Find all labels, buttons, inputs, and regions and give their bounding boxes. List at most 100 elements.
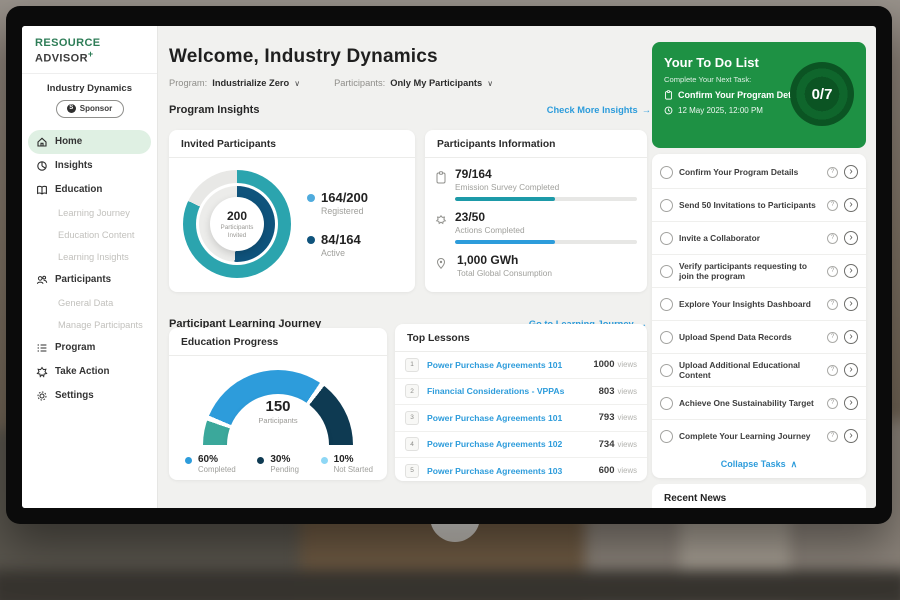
chevron-right-icon[interactable]: › bbox=[844, 363, 858, 377]
lesson-rank: 5 bbox=[405, 464, 419, 478]
help-icon[interactable]: ? bbox=[827, 365, 838, 376]
photo-backdrop: RESOURCE ADVISOR+ Industry Dynamics S Sp… bbox=[0, 0, 900, 600]
help-icon[interactable]: ? bbox=[827, 332, 838, 343]
sponsor-icon: S bbox=[67, 104, 76, 113]
task-checkbox[interactable] bbox=[660, 331, 673, 344]
sidebar-item-label: General Data bbox=[58, 298, 113, 308]
lesson-link[interactable]: Power Purchase Agreements 103 bbox=[427, 466, 591, 476]
task-checkbox[interactable] bbox=[660, 166, 673, 179]
todo-panel: Your To Do List Complete Your Next Task:… bbox=[652, 26, 866, 508]
sidebar-item-insights[interactable]: Insights bbox=[28, 154, 151, 178]
sidebar-item-program[interactable]: Program bbox=[28, 336, 151, 360]
participants-value: Only My Participants bbox=[390, 78, 482, 88]
help-icon[interactable]: ? bbox=[827, 200, 838, 211]
sidebar-item-label: Learning Insights bbox=[58, 252, 129, 262]
sidebar-item-education[interactable]: Education bbox=[28, 178, 151, 202]
task-row[interactable]: Confirm Your Program Details ? › bbox=[652, 156, 866, 189]
sidebar-item-take-action[interactable]: Take Action bbox=[28, 360, 151, 384]
logo-plus: + bbox=[88, 49, 94, 59]
sidebar-item-education-content[interactable]: Education Content bbox=[28, 224, 151, 246]
location-pin-icon bbox=[435, 253, 449, 278]
task-checkbox[interactable] bbox=[660, 397, 673, 410]
program-dropdown[interactable]: Program:Industrialize Zero∨ bbox=[169, 78, 300, 88]
sidebar-item-general-data[interactable]: General Data bbox=[28, 292, 151, 314]
sidebar-item-home[interactable]: Home bbox=[28, 130, 151, 154]
task-row[interactable]: Explore Your Insights Dashboard ? › bbox=[652, 288, 866, 321]
insights-icon bbox=[36, 160, 48, 172]
task-checkbox[interactable] bbox=[660, 430, 673, 443]
task-row[interactable]: Verify participants requesting to join t… bbox=[652, 255, 866, 288]
sidebar-item-learning-insights[interactable]: Learning Insights bbox=[28, 246, 151, 268]
task-row[interactable]: Achieve One Sustainability Target ? › bbox=[652, 387, 866, 420]
chevron-right-icon[interactable]: › bbox=[844, 297, 858, 311]
sidebar-item-participants[interactable]: Participants bbox=[28, 268, 151, 292]
help-icon[interactable]: ? bbox=[827, 233, 838, 244]
invited-participants-body: 200 Participants Invited 164/200 Registe… bbox=[169, 158, 415, 278]
help-icon[interactable]: ? bbox=[827, 167, 838, 178]
org-name: Industry Dynamics bbox=[22, 83, 157, 94]
lesson-link[interactable]: Power Purchase Agreements 101 bbox=[427, 360, 585, 370]
todo-progress-badge: 0/7 bbox=[790, 62, 854, 126]
help-icon[interactable]: ? bbox=[827, 431, 838, 442]
recent-news-title: Recent News bbox=[652, 484, 866, 504]
task-row[interactable]: Complete Your Learning Journey ? › bbox=[652, 420, 866, 452]
task-row[interactable]: Upload Additional Educational Content ? … bbox=[652, 354, 866, 387]
page-title: Welcome, Industry Dynamics bbox=[169, 46, 651, 68]
sponsor-badge: S Sponsor bbox=[56, 100, 124, 118]
task-row[interactable]: Upload Spend Data Records ? › bbox=[652, 321, 866, 354]
education-icon bbox=[36, 184, 48, 196]
section-title-program-insights: Program Insights bbox=[169, 104, 259, 116]
lesson-row: 3 Power Purchase Agreements 101 793views bbox=[395, 405, 647, 432]
sidebar-item-learning-journey[interactable]: Learning Journey bbox=[28, 202, 151, 224]
sidebar-item-label: Settings bbox=[55, 390, 94, 401]
lesson-link[interactable]: Power Purchase Agreements 102 bbox=[427, 439, 591, 449]
education-progress-card: Education Progress 150 Participants bbox=[169, 328, 387, 480]
main-content: Welcome, Industry Dynamics Program:Indus… bbox=[169, 26, 651, 508]
chevron-right-icon[interactable]: › bbox=[844, 429, 858, 443]
task-checkbox[interactable] bbox=[660, 265, 673, 278]
lesson-link[interactable]: Financial Considerations - VPPAs bbox=[427, 386, 591, 396]
program-label: Program: bbox=[169, 78, 207, 88]
sidebar-nav: Home Insights Education Learning Journey bbox=[22, 126, 157, 412]
legend-registered: 164/200 Registered bbox=[307, 190, 368, 216]
help-icon[interactable]: ? bbox=[827, 299, 838, 310]
lesson-rank: 4 bbox=[405, 437, 419, 451]
program-insights-header: Program Insights Check More Insights→ bbox=[169, 104, 651, 116]
help-icon[interactable]: ? bbox=[827, 398, 838, 409]
lesson-link[interactable]: Power Purchase Agreements 101 bbox=[427, 413, 591, 423]
app-logo: RESOURCE ADVISOR+ bbox=[22, 26, 157, 74]
chevron-right-icon[interactable]: › bbox=[844, 198, 858, 212]
task-checkbox[interactable] bbox=[660, 232, 673, 245]
clock-icon bbox=[664, 106, 673, 115]
recent-news-card: Recent News bbox=[652, 484, 866, 508]
chevron-right-icon[interactable]: › bbox=[844, 396, 858, 410]
lesson-row: 4 Power Purchase Agreements 102 734views bbox=[395, 432, 647, 459]
task-row[interactable]: Invite a Collaborator ? › bbox=[652, 222, 866, 255]
todo-task-list: Confirm Your Program Details ? › Send 50… bbox=[652, 154, 866, 478]
help-icon[interactable]: ? bbox=[827, 266, 838, 277]
actions-icon bbox=[435, 210, 447, 244]
invited-participants-card: Invited Participants 200 Participants In… bbox=[169, 130, 415, 292]
task-checkbox[interactable] bbox=[660, 199, 673, 212]
background-desk-shadow bbox=[0, 570, 900, 600]
sidebar-item-manage-participants[interactable]: Manage Participants bbox=[28, 314, 151, 336]
sidebar-item-settings[interactable]: Settings bbox=[28, 384, 151, 408]
participants-icon bbox=[36, 274, 48, 286]
chevron-right-icon[interactable]: › bbox=[844, 330, 858, 344]
collapse-tasks-link[interactable]: Collapse Tasks ∧ bbox=[652, 452, 866, 476]
chevron-right-icon[interactable]: › bbox=[844, 165, 858, 179]
chevron-right-icon[interactable]: › bbox=[844, 264, 858, 278]
participants-information-card: Participants Information 79/164 Emission… bbox=[425, 130, 647, 292]
participants-dropdown[interactable]: Participants:Only My Participants∨ bbox=[334, 78, 493, 88]
check-more-insights-link[interactable]: Check More Insights→ bbox=[547, 105, 651, 115]
card-title: Top Lessons bbox=[395, 324, 647, 352]
donut-center-value: 200 bbox=[227, 209, 247, 223]
task-checkbox[interactable] bbox=[660, 364, 673, 377]
legend-pending: 30% Pending bbox=[257, 454, 299, 474]
sponsor-label: Sponsor bbox=[80, 104, 112, 113]
task-checkbox[interactable] bbox=[660, 298, 673, 311]
sidebar-item-label: Participants bbox=[55, 274, 111, 285]
chevron-right-icon[interactable]: › bbox=[844, 231, 858, 245]
lesson-row: 2 Financial Considerations - VPPAs 803vi… bbox=[395, 379, 647, 406]
task-row[interactable]: Send 50 Invitations to Participants ? › bbox=[652, 189, 866, 222]
